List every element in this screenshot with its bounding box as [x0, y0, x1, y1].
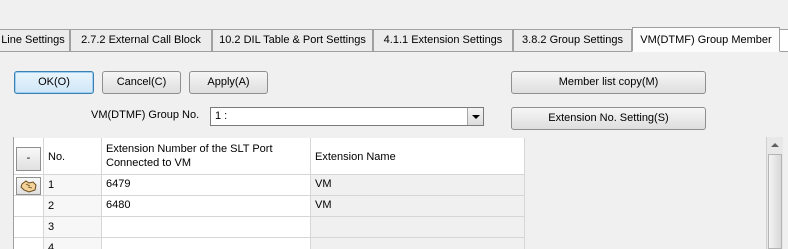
table-row-2-no: 2	[44, 196, 102, 217]
window-top	[0, 0, 788, 28]
row-pointer-button[interactable]	[16, 177, 41, 195]
dropdown-arrow-icon[interactable]	[467, 108, 483, 125]
group-no-select[interactable]: 1 :	[210, 107, 484, 126]
row-selector[interactable]	[14, 196, 44, 217]
table-row-3-no: 3	[44, 217, 102, 238]
table-row-4-extension[interactable]	[102, 238, 311, 249]
table-row-4-no: 4	[44, 238, 102, 249]
scroll-up-arrow-icon[interactable]	[767, 137, 783, 154]
table-row-3-extension[interactable]	[102, 217, 311, 238]
hand-pointer-icon	[20, 180, 37, 193]
ok-button[interactable]: OK(O)	[14, 71, 94, 94]
name-value: VM	[315, 199, 332, 211]
tab-line-settings[interactable]: Line Settings	[0, 29, 70, 51]
apply-button[interactable]: Apply(A)	[189, 71, 268, 94]
row-no: 3	[48, 221, 55, 233]
extension-value: 6480	[106, 199, 131, 211]
tab-extension-settings[interactable]: 4.1.1 Extension Settings	[373, 29, 513, 51]
table-row-2-extension[interactable]: 6480	[102, 196, 311, 217]
table-row-1-no: 1	[44, 175, 102, 196]
vertical-scrollbar[interactable]	[766, 137, 783, 249]
tab-dil-table-port-settings[interactable]: 10.2 DIL Table & Port Settings	[212, 29, 373, 51]
tab-group-settings[interactable]: 3.8.2 Group Settings	[513, 29, 632, 51]
row-selector[interactable]	[14, 238, 44, 249]
cancel-button[interactable]: Cancel(C)	[102, 71, 181, 94]
row-no: 1	[48, 179, 55, 191]
header-name-label: Extension Name	[315, 151, 396, 163]
table-row-1-name: VM	[311, 175, 525, 196]
header-no-label: No.	[48, 151, 66, 163]
header-extension-name: Extension Name	[311, 138, 525, 175]
table-row-4-name	[311, 238, 525, 249]
name-value: VM	[315, 178, 332, 190]
select-all-button[interactable]: -	[16, 147, 41, 171]
table-row-3-name	[311, 217, 525, 238]
table-row-2-name: VM	[311, 196, 525, 217]
scrollbar-thumb[interactable]	[768, 154, 782, 249]
row-no: 2	[48, 200, 55, 212]
header-no: No.	[44, 138, 102, 175]
member-list-copy-button[interactable]: Member list copy(M)	[511, 71, 706, 94]
tab-external-call-block[interactable]: 2.7.2 External Call Block	[70, 29, 212, 51]
tab-overflow-stub	[779, 29, 788, 51]
extension-no-setting-button[interactable]: Extension No. Setting(S)	[511, 107, 706, 130]
tab-vm-dtmf-group-member[interactable]: VM(DTMF) Group Member	[632, 27, 780, 52]
group-no-label: VM(DTMF) Group No.	[91, 109, 200, 121]
row-selector[interactable]	[14, 217, 44, 238]
table-row-1-extension[interactable]: 6479	[102, 175, 311, 196]
header-ext-line1: Extension Number of the SLT Port	[106, 143, 273, 155]
extension-value: 6479	[106, 178, 131, 190]
header-extension-number: Extension Number of the SLT Port Connect…	[102, 138, 311, 175]
group-no-value: 1 :	[215, 110, 228, 122]
row-no: 4	[48, 242, 55, 249]
header-ext-line2: Connected to VM	[106, 157, 191, 169]
